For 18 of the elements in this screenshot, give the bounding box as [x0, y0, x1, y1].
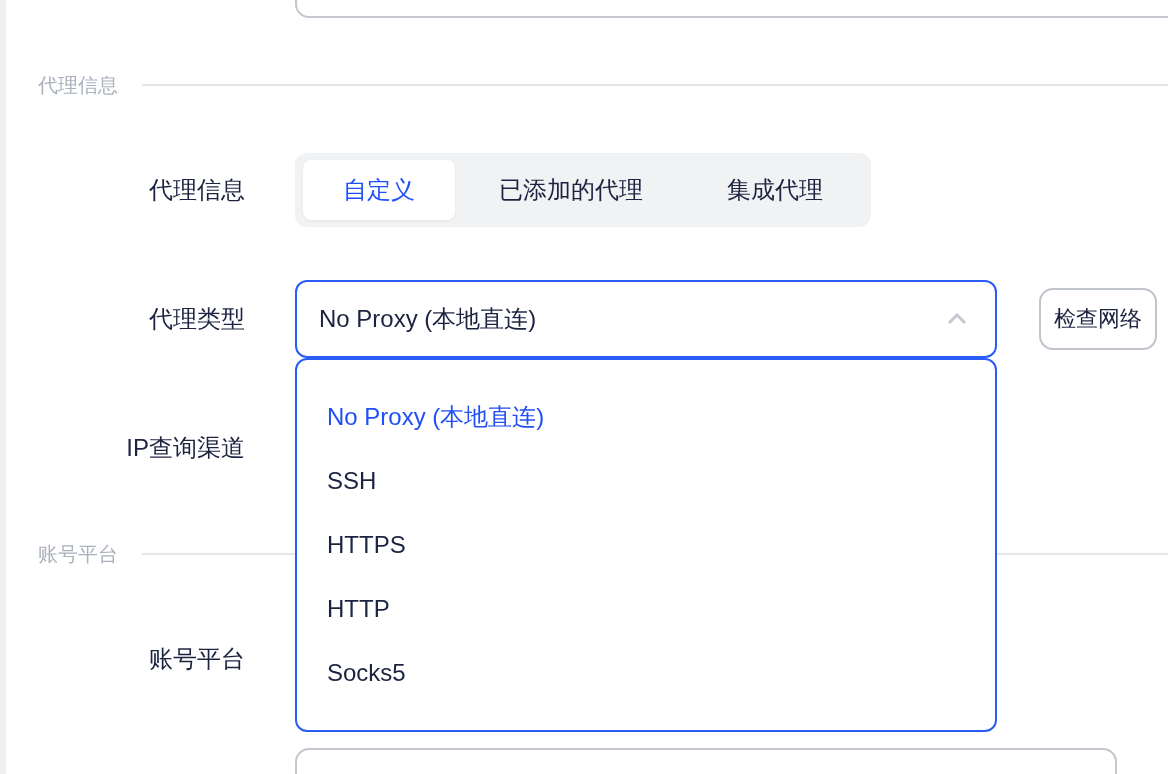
section-title: 代理信息	[38, 72, 118, 98]
check-network-button[interactable]: 检查网络	[1039, 288, 1157, 350]
field-label: 代理信息	[149, 175, 245, 205]
tab[interactable]: 自定义	[303, 160, 455, 220]
input-field[interactable]	[295, 0, 1168, 18]
dropdown-option[interactable]: HTTPS	[297, 513, 995, 577]
section-title: 账号平台	[38, 541, 118, 567]
tab[interactable]: 集成代理	[687, 160, 863, 220]
dropdown-option[interactable]: SSH	[297, 449, 995, 513]
chevron-up-icon	[947, 313, 967, 325]
field-label: 代理类型	[149, 304, 245, 334]
tab[interactable]: 已添加的代理	[459, 160, 683, 220]
dropdown-option[interactable]: HTTP	[297, 577, 995, 641]
field-label: 账号平台	[149, 644, 245, 674]
dropdown-option[interactable]: Socks5	[297, 641, 995, 705]
dropdown-option[interactable]: No Proxy (本地直连)	[297, 385, 995, 449]
field-label: IP查询渠道	[126, 433, 245, 463]
select-field[interactable]: No Proxy (本地直连)	[295, 280, 997, 358]
